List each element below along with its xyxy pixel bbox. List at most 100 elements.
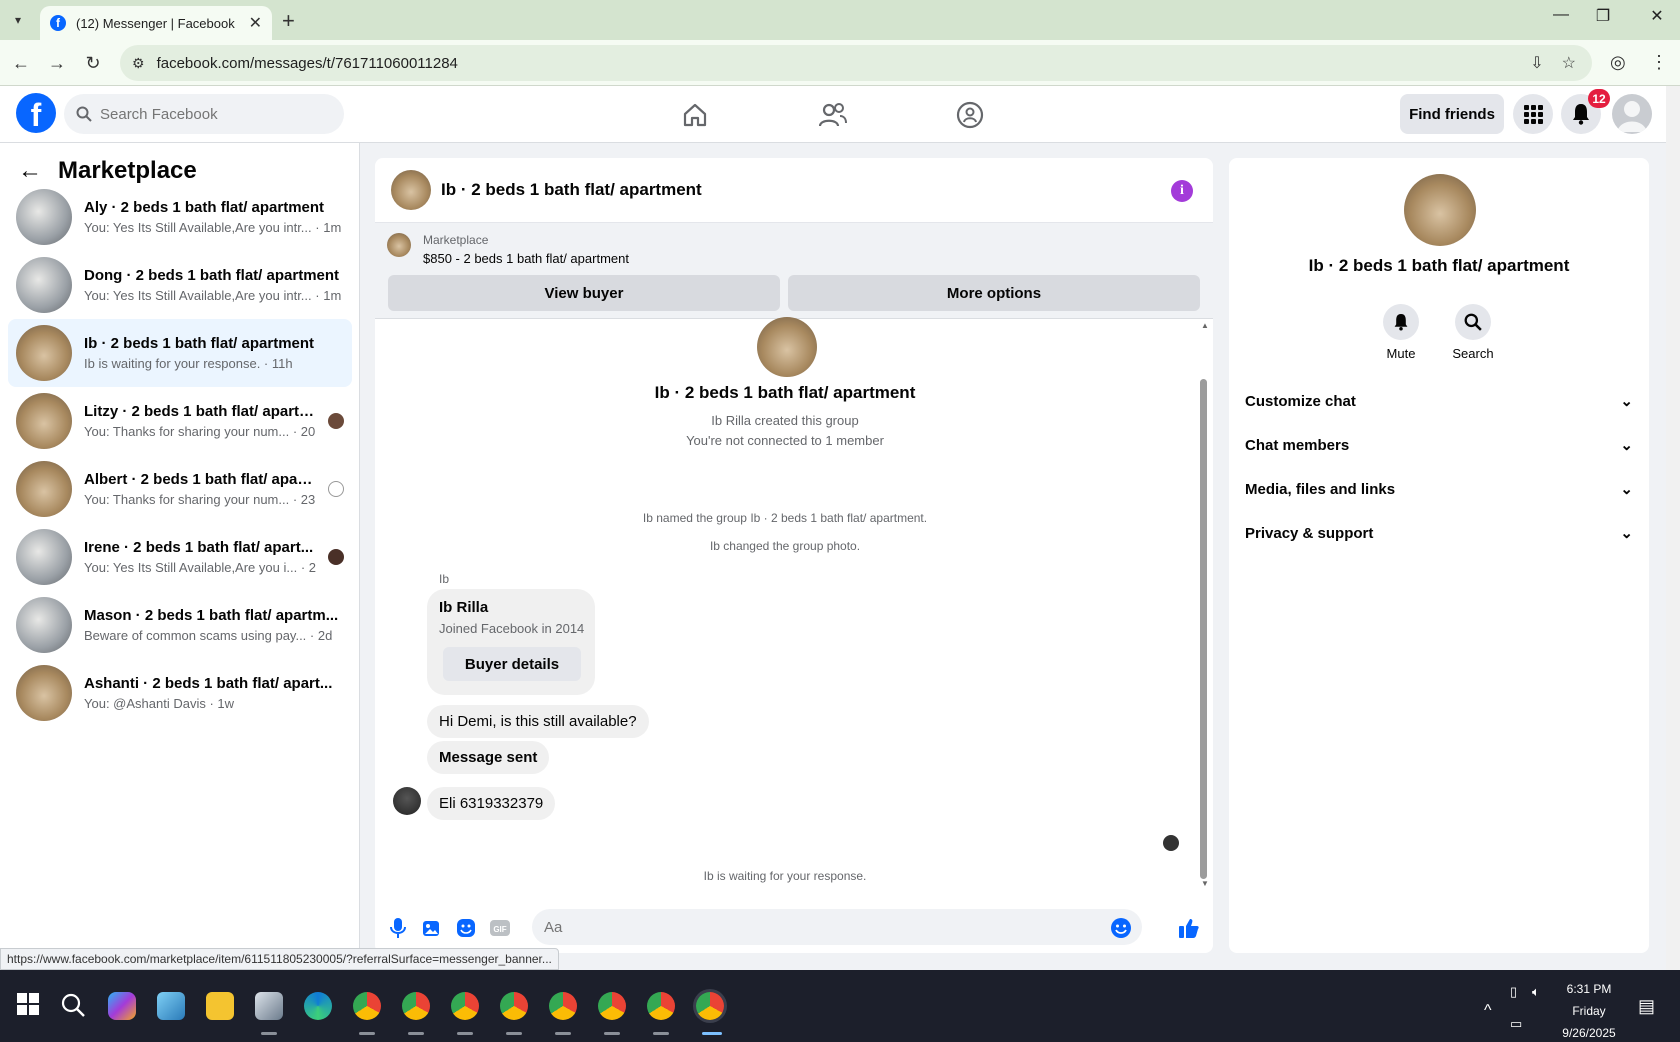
- chrome-browser-icon[interactable]: [647, 992, 675, 1020]
- chrome-browser-icon[interactable]: [500, 992, 528, 1020]
- thread-scrollbar[interactable]: ▲ ▼: [1197, 321, 1209, 889]
- sender-name: Ib: [439, 572, 450, 586]
- emoji-icon[interactable]: [1110, 917, 1132, 939]
- facebook-logo-icon[interactable]: f: [16, 93, 56, 133]
- conversation-time: 1m: [323, 288, 342, 303]
- display-icon[interactable]: ▯: [1510, 984, 1517, 1000]
- chat-title[interactable]: Ib · 2 beds 1 bath flat/ apartment: [441, 180, 702, 200]
- clock-date[interactable]: 9/26/2025: [1554, 1026, 1624, 1040]
- conversation-item-albert[interactable]: Albert · 2 beds 1 bath flat/ apart... Yo…: [8, 455, 352, 523]
- buyer-name: Ib Rilla: [439, 599, 489, 616]
- chrome-browser-icon[interactable]: [451, 992, 479, 1020]
- conversation-item-irene[interactable]: Irene · 2 beds 1 bath flat/ apart... You…: [8, 523, 352, 591]
- forward-icon[interactable]: →: [44, 50, 70, 76]
- browser-tab-messenger[interactable]: f (12) Messenger | Facebook ✕: [40, 6, 272, 40]
- sender-avatar[interactable]: [393, 787, 421, 815]
- chrome-browser-icon[interactable]: [696, 992, 724, 1020]
- clock-time[interactable]: 6:31 PM: [1554, 982, 1624, 996]
- view-buyer-button[interactable]: View buyer: [388, 275, 780, 311]
- restore-button[interactable]: ❐: [1588, 6, 1618, 26]
- conversation-item-litzy[interactable]: Litzy · 2 beds 1 bath flat/ apartm... Yo…: [8, 387, 352, 455]
- thread-group-photo: [757, 317, 817, 377]
- tab-search-dropdown[interactable]: ▾: [6, 8, 30, 32]
- chevron-down-icon: ⌄: [1620, 437, 1633, 454]
- clock-day[interactable]: Friday: [1554, 1004, 1624, 1018]
- page-scrollbar[interactable]: [1666, 86, 1680, 970]
- more-options-button[interactable]: More options: [788, 275, 1200, 311]
- app-icon[interactable]: [255, 992, 283, 1020]
- message-input[interactable]: [532, 909, 1142, 945]
- profile-icon[interactable]: ◎: [1610, 52, 1626, 73]
- conversation-thumbnail: [16, 665, 72, 721]
- file-explorer-icon[interactable]: [206, 992, 234, 1020]
- conversation-time: 11h: [271, 356, 293, 371]
- new-tab-button[interactable]: +: [282, 8, 295, 34]
- edge-browser-icon[interactable]: [304, 992, 332, 1020]
- conversation-item-ib[interactable]: Ib · 2 beds 1 bath flat/ apartment Ib is…: [8, 319, 352, 387]
- facebook-search[interactable]: [64, 94, 344, 134]
- chat-members-section[interactable]: Chat members ⌄: [1245, 425, 1633, 465]
- app-icon[interactable]: [157, 992, 185, 1020]
- chrome-browser-icon[interactable]: [598, 992, 626, 1020]
- menu-grid-icon[interactable]: [1513, 94, 1553, 134]
- details-group-photo[interactable]: [1404, 174, 1476, 246]
- customize-chat-section[interactable]: Customize chat ⌄: [1245, 381, 1633, 421]
- conversation-item-mason[interactable]: Mason · 2 beds 1 bath flat/ apartm... Be…: [8, 591, 352, 659]
- back-arrow-icon[interactable]: ←: [18, 157, 42, 185]
- volume-icon[interactable]: 🔈︎: [1532, 984, 1540, 1000]
- tab-close-icon[interactable]: ✕: [249, 13, 262, 33]
- buyer-details-button[interactable]: Buyer details: [443, 647, 581, 681]
- show-hidden-icons-icon[interactable]: ^: [1484, 1002, 1492, 1020]
- groups-icon[interactable]: [955, 100, 985, 130]
- friends-icon[interactable]: [818, 100, 848, 130]
- conversation-preview: You: Yes Its Still Available,Are you i..…: [84, 560, 298, 575]
- microphone-icon[interactable]: [387, 917, 409, 939]
- address-bar[interactable]: ⚙ facebook.com/messages/t/76171106001128…: [120, 45, 1592, 81]
- sticker-icon[interactable]: [455, 917, 477, 939]
- find-friends-button[interactable]: Find friends: [1400, 94, 1504, 134]
- conversation-item-ashanti[interactable]: Ashanti · 2 beds 1 bath flat/ apart... Y…: [8, 659, 352, 727]
- notification-center-icon[interactable]: ▤: [1638, 996, 1655, 1017]
- search-label: Search: [1452, 346, 1494, 361]
- search-conversation-button[interactable]: Search: [1443, 304, 1503, 361]
- chrome-browser-icon[interactable]: [402, 992, 430, 1020]
- home-icon[interactable]: [680, 100, 710, 130]
- running-indicator: [261, 1032, 277, 1035]
- reload-icon[interactable]: ↻: [80, 50, 106, 76]
- back-icon[interactable]: ←: [8, 50, 34, 76]
- section-label: Customize chat: [1245, 392, 1356, 410]
- gif-icon[interactable]: GIF: [489, 917, 511, 939]
- taskbar-search-icon[interactable]: [60, 992, 88, 1020]
- media-files-links-section[interactable]: Media, files and links ⌄: [1245, 469, 1633, 509]
- running-indicator: [555, 1032, 571, 1035]
- message-bubble[interactable]: Hi Demi, is this still available?: [427, 705, 649, 738]
- account-avatar[interactable]: [1612, 94, 1652, 134]
- chrome-browser-icon[interactable]: [549, 992, 577, 1020]
- minimize-button[interactable]: —: [1546, 6, 1576, 24]
- privacy-support-section[interactable]: Privacy & support ⌄: [1245, 513, 1633, 553]
- thumbs-up-icon[interactable]: [1178, 917, 1200, 939]
- mute-button[interactable]: Mute: [1371, 304, 1431, 361]
- listing-title-price[interactable]: $850 - 2 beds 1 bath flat/ apartment: [423, 251, 629, 266]
- conversation-item-dong[interactable]: Dong · 2 beds 1 bath flat/ apartment You…: [8, 251, 352, 319]
- conversation-info-icon[interactable]: i: [1171, 180, 1193, 202]
- group-named-event: Ib named the group Ib · 2 beds 1 bath fl…: [642, 511, 928, 525]
- bookmark-star-icon[interactable]: ☆: [1562, 53, 1576, 73]
- chrome-browser-icon[interactable]: [353, 992, 381, 1020]
- site-info-icon[interactable]: ⚙: [132, 55, 145, 72]
- message-bubble[interactable]: Eli 6319332379: [427, 787, 556, 820]
- network-icon[interactable]: ▭: [1510, 1016, 1522, 1032]
- install-app-icon[interactable]: ⇩: [1530, 53, 1543, 73]
- close-window-button[interactable]: ✕: [1642, 6, 1672, 26]
- windows-start-icon[interactable]: [16, 992, 44, 1020]
- chat-group-photo[interactable]: [391, 170, 431, 210]
- browser-menu-icon[interactable]: ⋮: [1650, 52, 1668, 73]
- copilot-icon[interactable]: [108, 992, 136, 1020]
- message-bubble[interactable]: Message sent: [427, 741, 550, 774]
- conversation-item-aly[interactable]: Aly · 2 beds 1 bath flat/ apartment You:…: [8, 183, 352, 251]
- facebook-search-input[interactable]: [100, 105, 320, 123]
- conversation-thumbnail: [16, 461, 72, 517]
- chevron-down-icon: ⌄: [1620, 525, 1633, 542]
- photo-icon[interactable]: [421, 917, 443, 939]
- bell-icon: [1383, 304, 1419, 340]
